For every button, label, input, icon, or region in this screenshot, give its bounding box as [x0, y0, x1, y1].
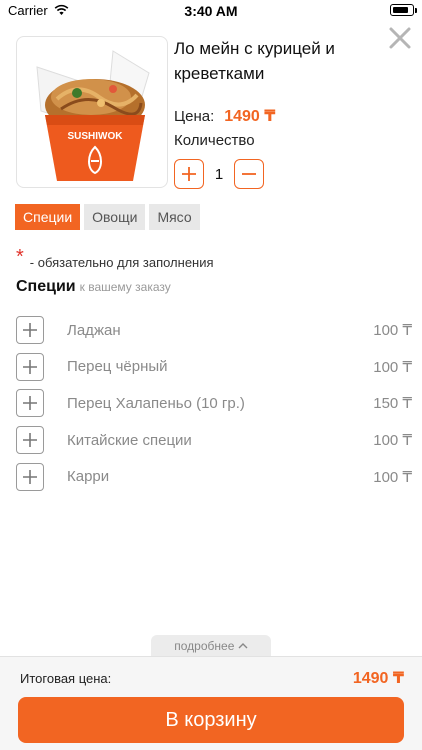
- chevron-up-icon: [238, 642, 248, 649]
- order-footer: Итоговая цена: 1490 ₸ В корзину: [0, 656, 422, 750]
- section-subtitle: к вашему заказу: [79, 280, 171, 294]
- price-value: 1490 ₸: [224, 108, 276, 125]
- add-option-button[interactable]: [16, 316, 44, 345]
- box-brand-label: SUSHIWOK: [68, 131, 124, 142]
- product-image: SUSHIWOK: [16, 36, 168, 188]
- battery-tip: [415, 8, 417, 13]
- option-name: Перец чёрный: [67, 358, 168, 376]
- option-name: Китайские специи: [67, 431, 192, 449]
- status-time: 3:40 AM: [184, 3, 238, 19]
- total-value: 1490 ₸: [352, 670, 404, 687]
- price-label: Цена:: [174, 108, 215, 125]
- add-to-cart-button[interactable]: В корзину: [18, 697, 404, 743]
- quantity-label: Количество: [174, 132, 255, 149]
- status-bar: Carrier 3:40 AM: [0, 0, 422, 22]
- section-heading: Специи к вашему заказу: [16, 278, 171, 296]
- option-price: 100 ₸: [373, 432, 412, 450]
- plus-icon: [23, 433, 37, 448]
- quantity-increase-button[interactable]: [174, 159, 204, 189]
- quantity-value: 1: [214, 165, 224, 183]
- noodle-box-illustration: SUSHIWOK: [36, 50, 150, 181]
- option-price: 100 ₸: [373, 322, 412, 340]
- quantity-stepper: 1: [174, 159, 264, 189]
- close-icon: [389, 27, 411, 49]
- section-title: Специи: [16, 278, 76, 295]
- quantity-decrease-button[interactable]: [234, 159, 264, 189]
- plus-icon: [23, 323, 37, 338]
- required-text: - обязательно для заполнения: [29, 255, 214, 270]
- tab-meat[interactable]: Мясо: [149, 204, 200, 230]
- add-option-button[interactable]: [16, 426, 44, 455]
- battery-icon: [390, 4, 414, 16]
- list-item: Перец чёрный 100 ₸: [16, 349, 412, 386]
- plus-icon: [182, 167, 196, 181]
- price-row: Цена: 1490 ₸: [174, 106, 275, 126]
- more-details-toggle[interactable]: подробнее: [151, 635, 271, 657]
- close-button[interactable]: [386, 24, 414, 52]
- add-option-button[interactable]: [16, 352, 44, 381]
- total-label: Итоговая цена:: [20, 671, 112, 686]
- tab-vegetables[interactable]: Овощи: [84, 204, 146, 230]
- plus-icon: [23, 469, 37, 484]
- list-item: Карри 100 ₸: [16, 458, 412, 495]
- option-name: Перец Халапеньо (10 гр.): [67, 394, 245, 412]
- option-price: 100 ₸: [373, 358, 412, 376]
- option-price: 150 ₸: [373, 395, 412, 413]
- tab-spices[interactable]: Специи: [15, 204, 81, 230]
- required-note: * - обязательно для заполнения: [16, 246, 214, 270]
- product-title: Ло мейн с курицей и креветками: [174, 39, 335, 83]
- plus-icon: [23, 396, 37, 411]
- add-option-button[interactable]: [16, 389, 44, 418]
- minus-icon: [242, 173, 256, 175]
- option-price: 100 ₸: [373, 468, 412, 486]
- list-item: Ладжан 100 ₸: [16, 312, 412, 349]
- list-item: Китайские специи 100 ₸: [16, 422, 412, 459]
- category-tabs: Специи Овощи Мясо: [15, 204, 204, 230]
- required-star: *: [16, 246, 24, 268]
- list-item: Перец Халапеньо (10 гр.) 150 ₸: [16, 385, 412, 422]
- option-name: Ладжан: [67, 321, 121, 339]
- options-list: Ладжан 100 ₸ Перец чёрный 100 ₸ Перец Ха…: [16, 312, 412, 495]
- more-details-label: подробнее: [174, 638, 235, 653]
- option-name: Карри: [67, 468, 110, 486]
- add-option-button[interactable]: [16, 462, 44, 491]
- plus-icon: [23, 359, 37, 374]
